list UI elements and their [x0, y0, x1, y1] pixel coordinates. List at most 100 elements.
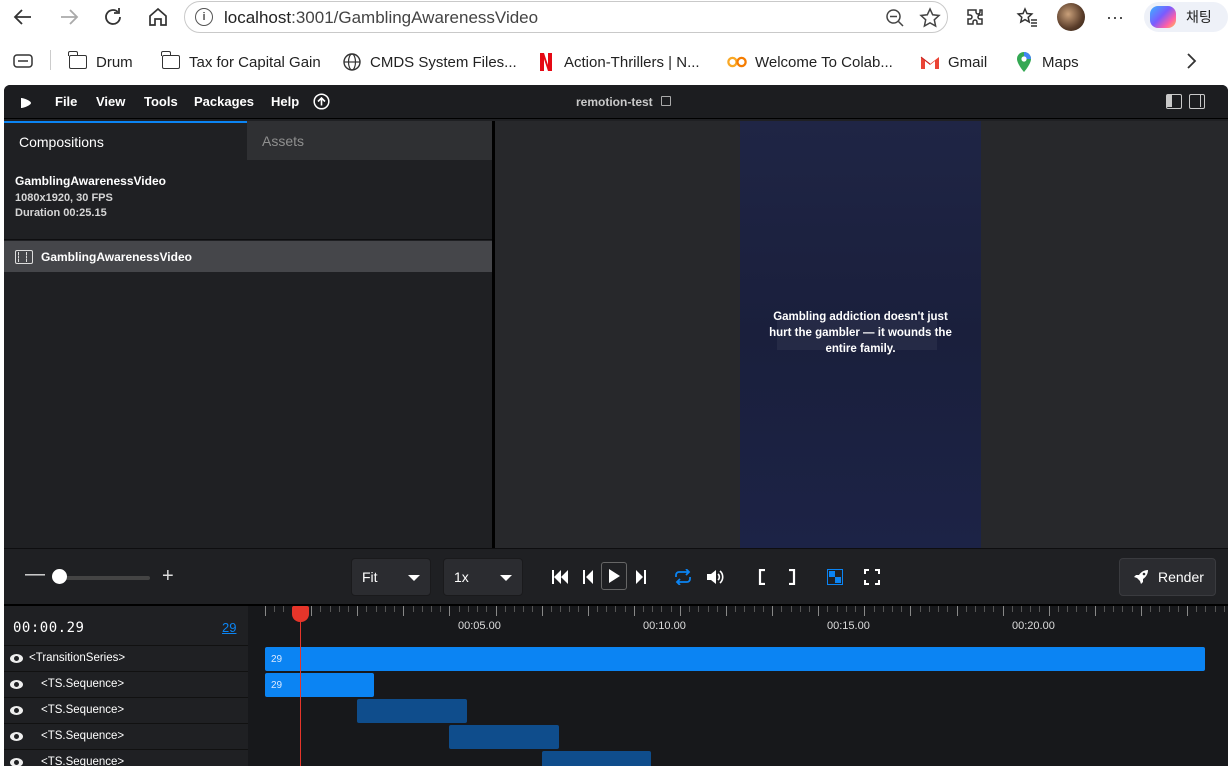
fit-select[interactable]: Fit: [351, 558, 431, 596]
ruler-label: 00:05.00: [458, 620, 501, 632]
menu-view[interactable]: View: [96, 94, 125, 109]
ruler-tick: [836, 606, 838, 612]
render-button[interactable]: Render: [1119, 558, 1216, 596]
bookmark-separator: [50, 50, 51, 70]
favorite-star-icon[interactable]: [919, 7, 941, 34]
ruler-tick: [394, 606, 396, 612]
eye-icon[interactable]: [10, 731, 23, 741]
address-bar[interactable]: i localhost:3001/GamblingAwarenessVideo: [184, 1, 948, 33]
ruler-tick: [781, 606, 783, 612]
zoom-out-icon[interactable]: [885, 8, 905, 33]
ruler-tick: [855, 606, 857, 612]
track-sequence[interactable]: 29: [265, 673, 374, 697]
track-transition-series[interactable]: 29: [265, 647, 1205, 671]
zoom-out-button[interactable]: —: [25, 563, 45, 586]
remotion-studio: File View Tools Packages Help remotion-t…: [4, 85, 1228, 766]
eye-icon[interactable]: [10, 705, 23, 715]
timeline-row[interactable]: <TS.Sequence>: [4, 671, 248, 696]
ruler-tick: [440, 606, 442, 612]
toggle-right-panel-icon[interactable]: [1189, 94, 1205, 109]
in-point-icon[interactable]: [752, 567, 772, 587]
tab-compositions[interactable]: Compositions: [4, 121, 247, 160]
timeline-row[interactable]: <TS.Sequence>: [4, 697, 248, 722]
ruler-tick: [698, 606, 700, 612]
ruler-tick: [661, 606, 663, 612]
eye-icon[interactable]: [10, 679, 23, 689]
ruler-tick: [947, 606, 949, 612]
site-info-icon[interactable]: i: [195, 8, 213, 26]
ruler-tick: [845, 606, 847, 612]
play-button[interactable]: [601, 562, 627, 590]
tab-assets[interactable]: Assets: [247, 121, 492, 160]
more-options-icon[interactable]: ···: [1101, 3, 1129, 31]
timeline-row[interactable]: <TS.Sequence>: [4, 749, 248, 766]
zoom-slider-track[interactable]: [60, 576, 150, 580]
timeline-row[interactable]: <TS.Sequence>: [4, 723, 248, 748]
track-sequence[interactable]: [542, 751, 651, 766]
timeline-row[interactable]: <TransitionSeries>: [4, 645, 248, 670]
external-link-icon[interactable]: [661, 96, 671, 106]
track-sequence[interactable]: [357, 699, 467, 723]
playback-speed-select[interactable]: 1x: [443, 558, 523, 596]
ruler-tick: [1057, 606, 1059, 612]
zoom-slider-knob[interactable]: [52, 569, 67, 584]
ruler-tick: [421, 606, 423, 612]
copilot-button[interactable]: 채팅: [1144, 2, 1228, 32]
menu-file[interactable]: File: [55, 94, 77, 109]
ruler-tick: [1196, 606, 1198, 612]
track-sequence[interactable]: [449, 725, 559, 749]
menu-tools[interactable]: Tools: [144, 94, 178, 109]
refresh-icon[interactable]: [99, 3, 127, 31]
timeline-ruler[interactable]: 00:05.00 00:10.00 00:15.00 00:20.00: [248, 606, 1228, 644]
upgrade-icon[interactable]: [313, 93, 330, 115]
ruler-tick: [560, 606, 562, 612]
forward-icon[interactable]: [55, 3, 83, 31]
ruler-tick: [1002, 606, 1004, 616]
favorites-icon[interactable]: [1013, 3, 1041, 31]
step-back-icon[interactable]: [578, 567, 598, 587]
bookmark-drum[interactable]: Drum: [68, 51, 133, 73]
out-point-icon[interactable]: [782, 567, 802, 587]
ruler-tick: [1168, 606, 1170, 612]
volume-icon[interactable]: [705, 567, 725, 587]
bookmark-gmail[interactable]: Gmail: [920, 51, 987, 73]
bookmark-colab[interactable]: Welcome To Colab...: [727, 51, 893, 73]
fullscreen-icon[interactable]: [862, 567, 882, 587]
chevron-right-icon[interactable]: [1184, 52, 1198, 75]
back-icon[interactable]: [9, 3, 37, 31]
ruler-tick: [670, 606, 672, 612]
ruler-tick: [624, 606, 626, 612]
menu-help[interactable]: Help: [271, 94, 299, 109]
jump-to-start-icon[interactable]: [550, 567, 570, 587]
composition-list-item[interactable]: GamblingAwarenessVideo: [4, 241, 492, 272]
extensions-icon[interactable]: [961, 3, 989, 31]
ruler-tick: [974, 606, 976, 612]
toggle-left-panel-icon[interactable]: [1166, 94, 1182, 109]
eye-icon[interactable]: [10, 757, 23, 766]
timeline-current-frame[interactable]: 29: [222, 620, 236, 635]
composition-name: GamblingAwarenessVideo: [15, 174, 166, 188]
bookmark-cmds-system-files[interactable]: CMDS System Files...: [342, 51, 517, 73]
ruler-tick: [901, 606, 903, 612]
bookmark-maps[interactable]: Maps: [1014, 51, 1079, 73]
loop-icon[interactable]: [673, 567, 693, 587]
ruler-tick: [679, 606, 681, 616]
tab-actions-icon[interactable]: [13, 53, 33, 74]
ruler-tick: [569, 606, 571, 612]
ruler-tick: [864, 606, 866, 616]
eye-icon[interactable]: [10, 653, 23, 663]
bookmarks-bar: Drum Tax for Capital Gain CMDS System Fi…: [0, 42, 1232, 80]
bookmark-tax-for-capital-gain[interactable]: Tax for Capital Gain: [161, 51, 321, 73]
playhead-handle[interactable]: [292, 606, 309, 622]
video-canvas: Gambling addiction doesn't just hurt the…: [740, 121, 981, 548]
bookmark-netflix[interactable]: Action-Thrillers | N...: [536, 51, 700, 73]
home-icon[interactable]: [144, 3, 172, 31]
ruler-tick: [550, 606, 552, 612]
ruler-label: 00:20.00: [1012, 620, 1055, 632]
checkerboard-icon[interactable]: [825, 567, 845, 587]
menu-packages[interactable]: Packages: [194, 94, 254, 109]
zoom-in-button[interactable]: +: [162, 565, 174, 588]
project-title[interactable]: remotion-test: [576, 95, 653, 109]
step-forward-icon[interactable]: [631, 567, 651, 587]
profile-avatar[interactable]: [1057, 3, 1085, 31]
